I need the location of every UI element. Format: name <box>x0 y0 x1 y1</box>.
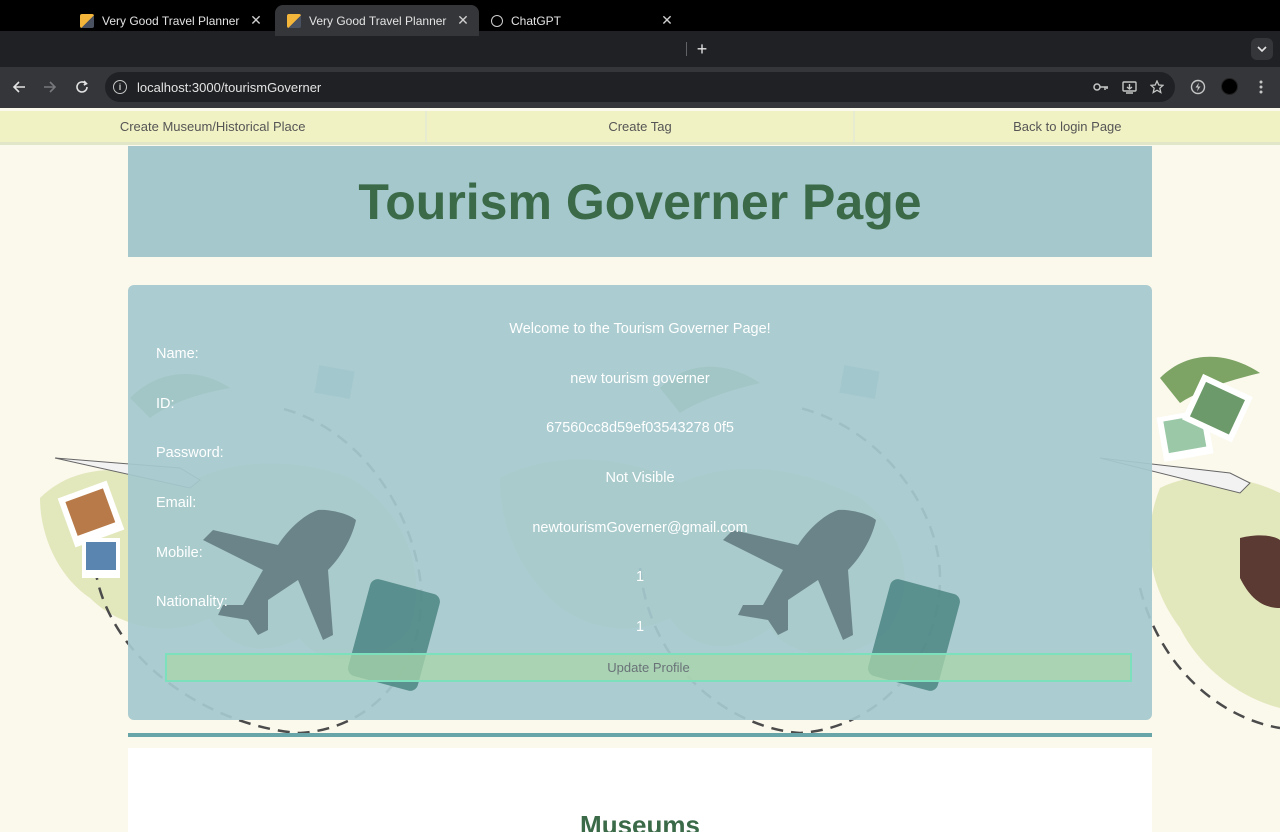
page-title: Tourism Governer Page <box>358 173 922 230</box>
tab-bar <box>0 31 1280 67</box>
close-icon[interactable]: ✕ <box>455 12 471 29</box>
key-icon[interactable] <box>1091 77 1111 97</box>
address-bar[interactable]: i localhost:3000/tourismGoverner <box>105 72 1175 102</box>
id-value: 67560cc8d59ef03543278 0f5 <box>546 420 734 436</box>
back-button[interactable] <box>8 76 30 98</box>
app-favicon-icon <box>287 13 301 28</box>
password-value: Not Visible <box>605 470 675 486</box>
close-icon[interactable]: ✕ <box>248 12 264 29</box>
email-label: Email: <box>156 495 197 511</box>
page-viewport: Create Museum/Historical Place Create Ta… <box>0 108 1280 832</box>
profile-card: Welcome to the Tourism Governer Page! Na… <box>128 285 1152 720</box>
name-label: Name: <box>156 346 199 362</box>
close-icon[interactable]: ✕ <box>659 12 675 29</box>
museums-section: Museums <box>128 748 1152 832</box>
nav-create-tag[interactable]: Create Tag <box>425 111 852 142</box>
password-label: Password: <box>156 445 224 461</box>
tab-travel-planner-2[interactable]: Very Good Travel Planner ✕ <box>275 5 479 36</box>
name-value: new tourism governer <box>570 371 710 387</box>
update-profile-button[interactable]: Update Profile <box>165 653 1132 682</box>
site-info-icon[interactable]: i <box>113 80 127 94</box>
extension-icon[interactable] <box>1188 77 1208 97</box>
id-label: ID: <box>156 396 175 412</box>
url-text: localhost:3000/tourismGoverner <box>137 79 322 95</box>
app-favicon-icon <box>80 13 94 28</box>
welcome-message: Welcome to the Tourism Governer Page! <box>509 321 771 337</box>
profile-avatar-icon[interactable] <box>1221 78 1238 95</box>
more-menu-icon[interactable] <box>1251 77 1271 97</box>
forward-button[interactable] <box>39 76 61 98</box>
bookmark-star-icon[interactable] <box>1147 77 1167 97</box>
reload-icon <box>76 80 88 93</box>
museums-heading: Museums <box>580 810 700 832</box>
mobile-value: 1 <box>635 569 645 585</box>
browser-toolbar: i localhost:3000/tourismGoverner <box>0 67 1280 108</box>
section-divider <box>128 733 1152 737</box>
reload-button[interactable] <box>71 76 93 98</box>
top-navbar: Create Museum/Historical Place Create Ta… <box>0 111 1280 145</box>
tab-title: Very Good Travel Planner <box>102 13 240 28</box>
chevron-down-icon <box>1257 46 1267 52</box>
header-panel: Tourism Governer Page <box>128 146 1152 257</box>
new-tab-button[interactable]: + <box>691 38 713 60</box>
install-app-icon[interactable] <box>1119 77 1139 97</box>
nav-create-museum[interactable]: Create Museum/Historical Place <box>0 111 425 142</box>
tab-chatgpt[interactable]: ChatGPT ✕ <box>479 5 683 36</box>
nationality-label: Nationality: <box>156 594 228 610</box>
tab-separator <box>686 42 687 56</box>
email-value: newtourismGoverner@gmail.com <box>532 520 748 536</box>
chatgpt-favicon-icon <box>491 14 503 27</box>
arrow-left-icon <box>12 81 25 93</box>
arrow-right-icon <box>44 81 57 93</box>
nav-back-to-login[interactable]: Back to login Page <box>852 111 1280 142</box>
tab-travel-planner-1[interactable]: Very Good Travel Planner ✕ <box>68 5 272 36</box>
tab-title: ChatGPT <box>511 13 562 28</box>
tab-title: Very Good Travel Planner <box>309 13 447 28</box>
nationality-value: 1 <box>635 619 645 635</box>
tab-search-button[interactable] <box>1251 38 1273 60</box>
mobile-label: Mobile: <box>156 545 203 561</box>
